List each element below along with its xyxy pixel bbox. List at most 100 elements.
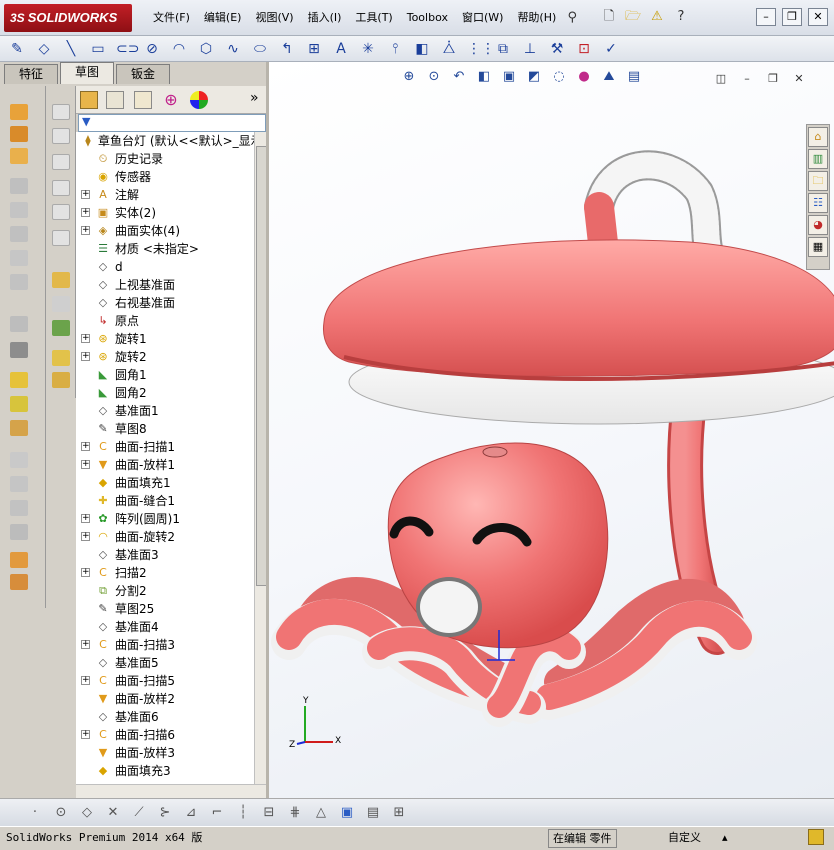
edit-appearance-icon[interactable]: ● xyxy=(575,68,593,86)
loft-cut-icon[interactable] xyxy=(10,274,28,290)
spline-icon[interactable]: ∿ xyxy=(224,40,242,58)
expand-icon[interactable]: + xyxy=(81,226,90,235)
surface-extrude-icon[interactable] xyxy=(52,350,70,366)
wrap-icon[interactable] xyxy=(10,524,28,540)
point-icon[interactable]: ✳ xyxy=(359,40,377,58)
draft-icon[interactable] xyxy=(10,452,28,468)
menu-view[interactable]: 视图(V) xyxy=(248,0,300,36)
expand-icon[interactable]: + xyxy=(81,460,90,469)
circle-tool-icon[interactable]: ⊙ xyxy=(52,804,70,822)
view-orientation-icon[interactable]: ▣ xyxy=(500,68,518,86)
mirror-feature-icon[interactable] xyxy=(10,500,28,516)
menu-help[interactable]: 帮助(H) xyxy=(510,0,563,36)
smart-dimension-icon[interactable]: ◇ xyxy=(35,40,53,58)
trim-icon[interactable]: ⧊ xyxy=(440,40,458,58)
solidworks-resources-icon[interactable]: ⌂ xyxy=(808,127,828,147)
sketch-icon[interactable]: ✎ xyxy=(8,40,26,58)
feature-tree-hscrollbar[interactable] xyxy=(76,784,266,798)
intersection-curve-icon[interactable]: ⊿ xyxy=(182,804,200,822)
appearances-icon[interactable]: ◕ xyxy=(808,215,828,235)
hide-show-items-icon[interactable]: ◌ xyxy=(550,68,568,86)
split-line-icon[interactable] xyxy=(52,296,70,312)
3d-sketch-icon[interactable]: ▣ xyxy=(338,804,356,822)
menu-insert[interactable]: 插入(I) xyxy=(301,0,349,36)
help-icon[interactable]: ? xyxy=(672,8,690,26)
intersect-icon[interactable] xyxy=(10,574,28,590)
relations-icon[interactable]: ⊥ xyxy=(521,40,539,58)
flex-icon[interactable] xyxy=(52,230,70,246)
shell-icon[interactable] xyxy=(10,476,28,492)
quick-tips-icon[interactable] xyxy=(808,829,824,845)
reference-geometry-icon[interactable] xyxy=(10,372,28,388)
dome-icon[interactable] xyxy=(52,204,70,220)
slot-icon[interactable]: ⊂⊃ xyxy=(116,40,139,58)
extrude-cut-icon[interactable] xyxy=(10,202,28,218)
display-manager-tab-icon[interactable] xyxy=(190,91,208,109)
offset-entities-icon[interactable]: ⌐ xyxy=(208,804,226,822)
expand-icon[interactable]: + xyxy=(81,442,90,451)
move-face-icon[interactable] xyxy=(52,320,70,336)
menu-toolbox[interactable]: Toolbox xyxy=(400,0,455,36)
fillet-sketch-icon[interactable]: ↰ xyxy=(278,40,296,58)
view-settings-icon[interactable]: ▤ xyxy=(625,68,643,86)
expand-icon[interactable]: + xyxy=(81,352,90,361)
linear-pattern-icon[interactable] xyxy=(52,180,70,196)
line-icon[interactable]: ╲ xyxy=(62,40,80,58)
instant2d-icon[interactable]: ✓ xyxy=(602,40,620,58)
expand-icon[interactable]: + xyxy=(81,532,90,541)
curves-icon[interactable] xyxy=(10,396,28,412)
new-document-icon[interactable]: 🗋 xyxy=(600,8,618,26)
extrude-boss-icon[interactable] xyxy=(10,104,28,120)
revolve-boss-icon[interactable] xyxy=(10,126,28,142)
tab-features[interactable]: 特征 xyxy=(4,64,59,84)
centerline-icon[interactable]: ⫯ xyxy=(386,40,404,58)
restore-icon[interactable]: ❐ xyxy=(782,8,802,26)
expand-icon[interactable]: + xyxy=(81,568,90,577)
expand-icon[interactable]: + xyxy=(81,334,90,343)
offset-icon[interactable]: ⊞ xyxy=(305,40,323,58)
sketch-grid-icon[interactable]: ⊞ xyxy=(390,804,408,822)
grid-icon[interactable]: ⋕ xyxy=(286,804,304,822)
trim-tool-icon[interactable]: ✕ xyxy=(104,804,122,822)
apply-scene-icon[interactable]: ⛰ xyxy=(600,68,618,86)
expand-icon[interactable]: + xyxy=(81,730,90,739)
view-palette-icon[interactable]: ☷ xyxy=(808,193,828,213)
rib-icon[interactable] xyxy=(10,342,28,358)
sweep-boss-icon[interactable] xyxy=(10,148,28,164)
sketch-picture-icon[interactable]: ▤ xyxy=(364,804,382,822)
units-dropdown-icon[interactable]: ▴ xyxy=(722,827,728,849)
zoom-to-area-icon[interactable]: ⊙ xyxy=(425,68,443,86)
mirror-icon[interactable]: ◧ xyxy=(413,40,431,58)
construction-geometry-icon[interactable]: ┆ xyxy=(234,804,252,822)
section-view-icon[interactable]: ◧ xyxy=(475,68,493,86)
convert-entities-icon[interactable]: ⊱ xyxy=(156,804,174,822)
extend-tool-icon[interactable]: ⟋ xyxy=(130,804,148,822)
dimension-tool-icon[interactable]: ⊟ xyxy=(260,804,278,822)
tab-sheet-metal[interactable]: 钣金 xyxy=(116,64,171,84)
menu-tools[interactable]: 工具(T) xyxy=(348,0,399,36)
menu-file[interactable]: 文件(F) xyxy=(146,0,197,36)
zoom-to-fit-icon[interactable]: ⊕ xyxy=(400,68,418,86)
surface-fill-icon[interactable] xyxy=(52,372,70,388)
expand-icon[interactable]: + xyxy=(81,208,90,217)
custom-properties-icon[interactable]: ▦ xyxy=(808,237,828,257)
arc-icon[interactable]: ◠ xyxy=(170,40,188,58)
boundary-cut-icon[interactable] xyxy=(52,128,70,144)
property-manager-tab-icon[interactable] xyxy=(106,91,124,109)
tab-sketch[interactable]: 草图 xyxy=(60,62,115,84)
expand-icon[interactable]: + xyxy=(81,514,90,523)
menu-edit[interactable]: 编辑(E) xyxy=(197,0,249,36)
configuration-manager-tab-icon[interactable] xyxy=(134,91,152,109)
open-folder-icon[interactable]: 🗁 xyxy=(624,8,642,26)
design-library-icon[interactable]: ▥ xyxy=(808,149,828,169)
quick-snaps-icon[interactable]: ⊡ xyxy=(575,40,593,58)
viewport-minimize-icon[interactable]: – xyxy=(738,70,756,88)
pin-icon[interactable]: ⚲ xyxy=(563,9,581,27)
circle-icon[interactable]: ⊘ xyxy=(143,40,161,58)
expand-icon[interactable]: + xyxy=(81,640,90,649)
feature-tree-filter[interactable]: ▼ xyxy=(78,114,266,132)
point-tool-icon[interactable]: · xyxy=(26,804,44,822)
rectangle-icon[interactable]: ▭ xyxy=(89,40,107,58)
previous-view-icon[interactable]: ↶ xyxy=(450,68,468,86)
viewport-close-icon[interactable]: ✕ xyxy=(790,70,808,88)
